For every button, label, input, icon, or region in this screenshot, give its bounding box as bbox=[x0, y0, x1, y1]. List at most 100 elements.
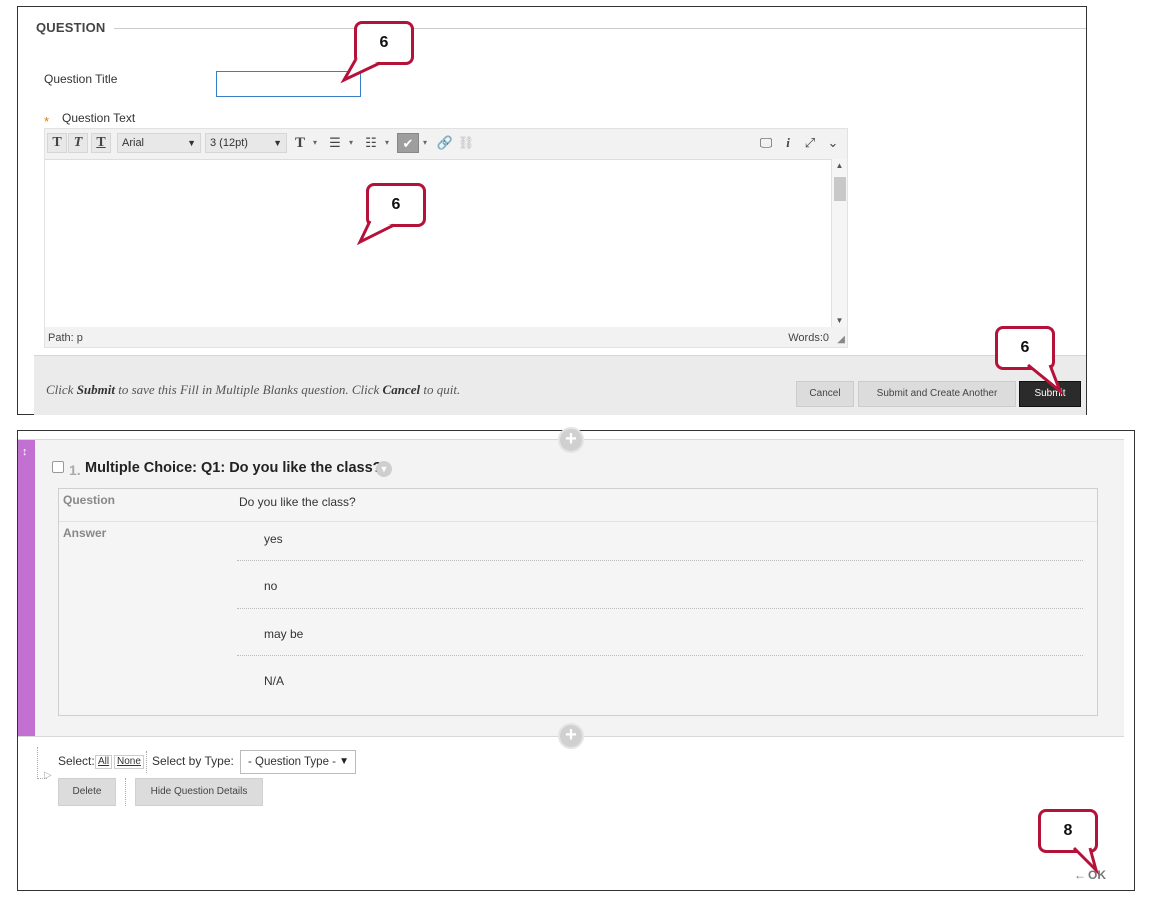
bullet-list-button[interactable]: ☰ bbox=[326, 133, 344, 153]
hint-cancel-word: Cancel bbox=[382, 382, 421, 397]
unlink-icon: ⛓ bbox=[457, 135, 475, 150]
insert-question-below-button[interactable]: + bbox=[558, 723, 584, 749]
bold-button[interactable]: T bbox=[47, 133, 67, 153]
insert-link-button[interactable]: 🔗 bbox=[436, 133, 454, 153]
answer-option: N/A bbox=[264, 674, 285, 688]
question-text-editor: T T T Arial ▼ 3 (12pt) ▼ T ▾ ☰ ▾ ☷ ▾ ✔ ▾… bbox=[44, 128, 848, 348]
editor-toolbar: T T T Arial ▼ 3 (12pt) ▼ T ▾ ☰ ▾ ☷ ▾ ✔ ▾… bbox=[45, 129, 847, 159]
scroll-down-icon[interactable]: ▼ bbox=[832, 316, 847, 325]
spellcheck-button[interactable]: ✔ bbox=[397, 133, 419, 153]
callout-tail bbox=[1072, 846, 1099, 876]
scroll-up-icon[interactable]: ▲ bbox=[832, 161, 847, 170]
editor-scrollbar[interactable]: ▲ ▼ bbox=[831, 159, 847, 327]
section-divider bbox=[114, 28, 1086, 29]
hint-submit-word: Submit bbox=[76, 382, 115, 397]
drag-handle[interactable]: ↕ bbox=[18, 440, 35, 736]
question-label: Question bbox=[63, 493, 116, 507]
italic-icon: T bbox=[73, 135, 83, 150]
question-text-area[interactable] bbox=[45, 159, 833, 327]
plus-icon: + bbox=[565, 724, 577, 746]
chevron-down-icon: ▾ bbox=[422, 138, 427, 147]
hint-text: to quit. bbox=[420, 382, 461, 397]
tree-arrow-icon: ▷ bbox=[44, 770, 52, 781]
info-icon: i bbox=[786, 135, 790, 150]
expand-icon: ⤢ bbox=[804, 135, 816, 150]
answer-divider bbox=[237, 608, 1083, 609]
callout-tail bbox=[340, 58, 381, 84]
monitor-icon: 🖵 bbox=[759, 135, 773, 150]
fullscreen-button[interactable]: ⤢ bbox=[801, 133, 819, 153]
numbered-list-dropdown[interactable]: ▾ bbox=[383, 133, 391, 153]
chevron-down-icon: ▾ bbox=[384, 138, 389, 147]
question-form-panel: QUESTION Question Title * Question Text … bbox=[17, 6, 1087, 415]
numbered-list-icon: ☷ bbox=[365, 135, 377, 150]
required-marker: * bbox=[44, 114, 50, 129]
answer-option: may be bbox=[264, 627, 304, 641]
select-none-link[interactable]: None bbox=[114, 755, 144, 769]
answer-option: no bbox=[264, 579, 278, 593]
row-divider bbox=[59, 521, 1097, 522]
answer-divider bbox=[237, 560, 1083, 561]
submit-bar: Click Submit to save this Fill in Multip… bbox=[34, 355, 1086, 415]
font-family-value: Arial bbox=[122, 137, 145, 149]
text-color-icon: T bbox=[294, 135, 305, 151]
bullet-list-icon: ☰ bbox=[329, 135, 341, 150]
font-size-select[interactable]: 3 (12pt) ▼ bbox=[205, 133, 287, 153]
question-select-checkbox[interactable] bbox=[52, 461, 64, 473]
remove-link-button[interactable]: ⛓ bbox=[457, 133, 475, 153]
hint-text: to save this Fill in Multiple Blanks que… bbox=[114, 382, 383, 397]
resize-grip-icon[interactable]: ◢ bbox=[837, 334, 845, 345]
question-title: Multiple Choice: Q1: Do you like the cla… bbox=[85, 460, 382, 476]
cancel-button[interactable]: Cancel bbox=[796, 381, 854, 407]
submit-and-create-another-button[interactable]: Submit and Create Another bbox=[858, 381, 1016, 407]
delete-button[interactable]: Delete bbox=[58, 778, 116, 806]
text-color-button[interactable]: T bbox=[291, 133, 309, 153]
question-type-select[interactable]: - Question Type - ▼ bbox=[240, 750, 356, 774]
double-chevron-down-icon: ⌄ bbox=[827, 135, 839, 150]
chevron-down-icon: ▼ bbox=[379, 464, 389, 474]
question-number: 1. bbox=[69, 462, 81, 478]
text-color-dropdown[interactable]: ▾ bbox=[311, 133, 319, 153]
chevron-down-icon: ▼ bbox=[339, 756, 349, 767]
question-type-value: - Question Type - bbox=[248, 756, 336, 768]
font-family-select[interactable]: Arial ▼ bbox=[117, 133, 201, 153]
editor-path: Path: p bbox=[48, 332, 83, 344]
select-label: Select: bbox=[58, 754, 95, 768]
answer-label: Answer bbox=[63, 526, 107, 540]
chevron-down-icon: ▾ bbox=[348, 138, 353, 147]
callout-tail bbox=[1027, 363, 1064, 396]
more-tools-button[interactable]: ⌄ bbox=[824, 133, 842, 153]
chevron-down-icon: ▾ bbox=[312, 138, 317, 147]
select-all-link[interactable]: All bbox=[95, 755, 113, 769]
link-icon: 🔗 bbox=[436, 135, 454, 150]
spellcheck-dropdown[interactable]: ▾ bbox=[421, 133, 429, 153]
answer-option: yes bbox=[264, 532, 283, 546]
insert-question-above-button[interactable]: + bbox=[558, 427, 584, 453]
underline-icon: T bbox=[96, 135, 106, 150]
hint-text: Click bbox=[46, 382, 77, 397]
word-count: Words:0 bbox=[788, 332, 829, 344]
underline-button[interactable]: T bbox=[91, 133, 111, 153]
bold-icon: T bbox=[52, 135, 62, 150]
question-title-label: Question Title bbox=[44, 72, 118, 86]
font-size-value: 3 (12pt) bbox=[210, 137, 248, 149]
submit-hint: Click Submit to save this Fill in Multip… bbox=[46, 382, 460, 398]
section-heading: QUESTION bbox=[36, 20, 106, 35]
select-by-type-label: Select by Type: bbox=[152, 754, 234, 768]
answer-divider bbox=[237, 655, 1083, 656]
question-menu-button[interactable]: ▼ bbox=[376, 461, 392, 477]
question-text-label: Question Text bbox=[62, 111, 136, 125]
chevron-down-icon: ▼ bbox=[187, 138, 196, 148]
numbered-list-button[interactable]: ☷ bbox=[362, 133, 380, 153]
plus-icon: + bbox=[565, 428, 577, 450]
preview-button[interactable]: 🖵 bbox=[757, 133, 775, 153]
hide-question-details-button[interactable]: Hide Question Details bbox=[135, 778, 263, 806]
italic-button[interactable]: T bbox=[68, 133, 88, 153]
question-list-panel: + ↕ 1. Multiple Choice: Q1: Do you like … bbox=[17, 427, 1135, 891]
scroll-thumb[interactable] bbox=[834, 177, 846, 201]
callout-tail bbox=[356, 220, 395, 246]
bullet-list-dropdown[interactable]: ▾ bbox=[347, 133, 355, 153]
question-details: Question Do you like the class? Answer y… bbox=[58, 488, 1098, 716]
action-divider bbox=[125, 778, 126, 806]
info-button[interactable]: i bbox=[779, 133, 797, 153]
